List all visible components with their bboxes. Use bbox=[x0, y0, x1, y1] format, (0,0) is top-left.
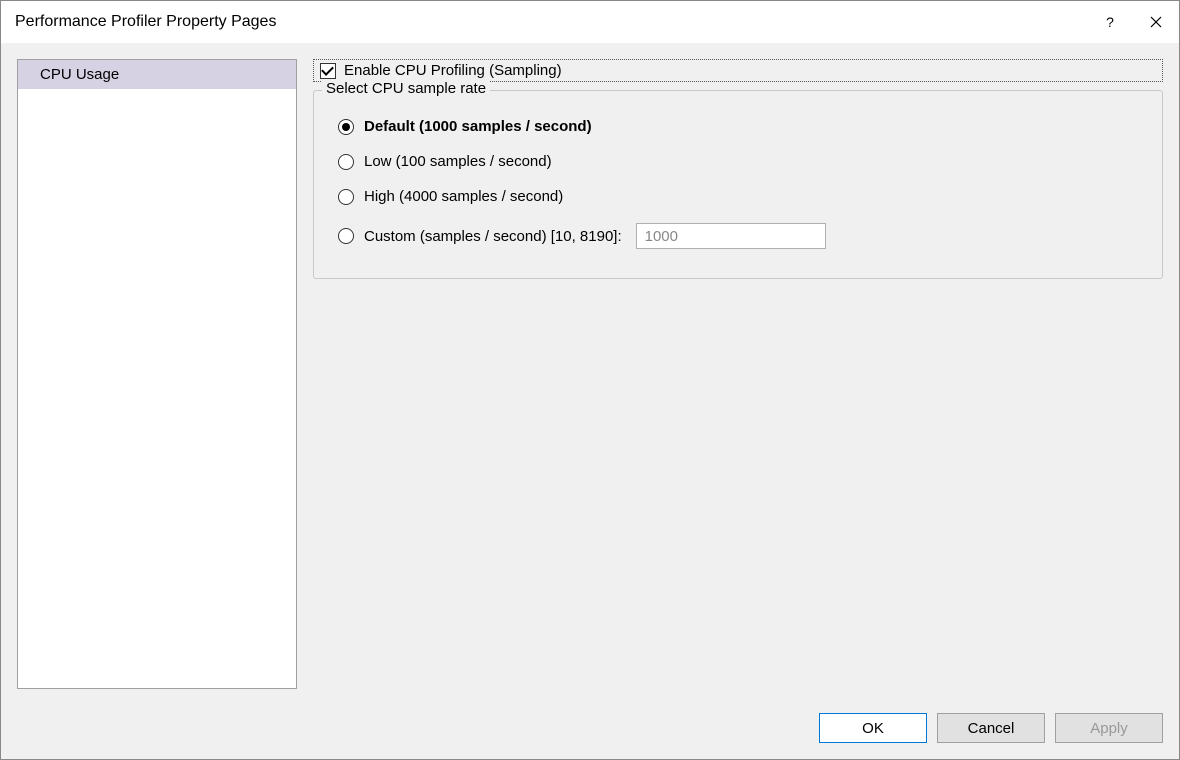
sidebar-item-cpu-usage[interactable]: CPU Usage bbox=[18, 60, 296, 89]
radio-row-custom[interactable]: Custom (samples / second) [10, 8190]: bbox=[334, 214, 1142, 258]
enable-cpu-profiling-row[interactable]: Enable CPU Profiling (Sampling) bbox=[313, 59, 1163, 82]
dialog-window: Performance Profiler Property Pages ? CP… bbox=[0, 0, 1180, 760]
radio-default[interactable] bbox=[338, 119, 354, 135]
apply-button-label: Apply bbox=[1090, 720, 1128, 737]
radio-custom[interactable] bbox=[338, 228, 354, 244]
close-icon bbox=[1150, 16, 1162, 28]
sample-rate-legend: Select CPU sample rate bbox=[322, 80, 490, 97]
ok-button-label: OK bbox=[862, 720, 884, 737]
ok-button[interactable]: OK bbox=[819, 713, 927, 743]
custom-sample-rate-input[interactable] bbox=[636, 223, 826, 249]
apply-button[interactable]: Apply bbox=[1055, 713, 1163, 743]
radio-row-high[interactable]: High (4000 samples / second) bbox=[334, 179, 1142, 214]
sidebar-item-label: CPU Usage bbox=[40, 66, 119, 83]
radio-label-high: High (4000 samples / second) bbox=[364, 188, 563, 205]
window-title: Performance Profiler Property Pages bbox=[15, 13, 1087, 31]
radio-low[interactable] bbox=[338, 154, 354, 170]
button-bar: OK Cancel Apply bbox=[1, 705, 1179, 759]
enable-cpu-profiling-label: Enable CPU Profiling (Sampling) bbox=[344, 62, 562, 79]
radio-high[interactable] bbox=[338, 189, 354, 205]
cancel-button[interactable]: Cancel bbox=[937, 713, 1045, 743]
sample-rate-group: Select CPU sample rate Default (1000 sam… bbox=[313, 90, 1163, 279]
titlebar: Performance Profiler Property Pages ? bbox=[1, 1, 1179, 43]
cancel-button-label: Cancel bbox=[968, 720, 1015, 737]
radio-label-default: Default (1000 samples / second) bbox=[364, 118, 592, 135]
main-panel: Enable CPU Profiling (Sampling) Select C… bbox=[313, 59, 1163, 689]
radio-label-low: Low (100 samples / second) bbox=[364, 153, 552, 170]
help-icon: ? bbox=[1106, 14, 1114, 30]
enable-cpu-profiling-checkbox[interactable] bbox=[320, 63, 336, 79]
radio-row-low[interactable]: Low (100 samples / second) bbox=[334, 144, 1142, 179]
radio-row-default[interactable]: Default (1000 samples / second) bbox=[334, 109, 1142, 144]
content-area: CPU Usage Enable CPU Profiling (Sampling… bbox=[1, 43, 1179, 705]
category-sidebar: CPU Usage bbox=[17, 59, 297, 689]
help-button[interactable]: ? bbox=[1087, 1, 1133, 43]
radio-label-custom: Custom (samples / second) [10, 8190]: bbox=[364, 228, 622, 245]
close-button[interactable] bbox=[1133, 1, 1179, 43]
